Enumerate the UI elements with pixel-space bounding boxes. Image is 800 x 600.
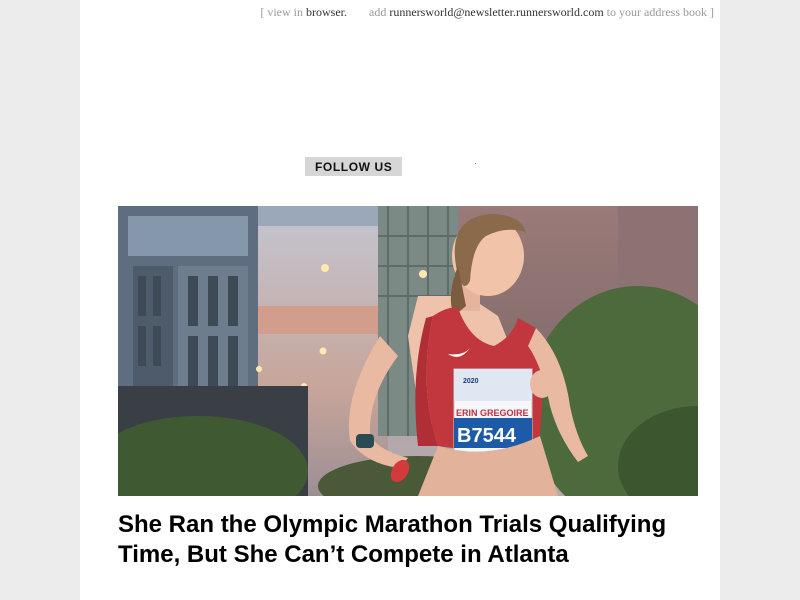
social-icon-placeholder[interactable] [475, 163, 476, 164]
preheader-open-bracket: [ [260, 5, 265, 19]
bib-year: 2020 [463, 378, 479, 385]
preheader: [ view in browser. add runnersworld@news… [260, 5, 714, 20]
preheader-add: add [369, 5, 387, 19]
view-in-browser-link[interactable]: browser. [306, 5, 347, 19]
preheader-view-in: view in [267, 5, 303, 19]
article-headline[interactable]: She Ran the Olympic Marathon Trials Qual… [118, 510, 698, 570]
bib-name: ERIN GREGOIRE [456, 408, 529, 418]
hero-image[interactable]: 2020 ERIN GREGOIRE B7544 [118, 206, 698, 496]
preheader-close-bracket: ] [710, 5, 714, 19]
email-container: [ view in browser. add runnersworld@news… [80, 0, 720, 600]
sender-email-link[interactable]: runnersworld@newsletter.runnersworld.com [389, 5, 603, 19]
hero-photo-runner: 2020 ERIN GREGOIRE B7544 [118, 206, 698, 496]
follow-us-label: FOLLOW US [305, 157, 403, 176]
preheader-address-book: to your address book [606, 5, 707, 19]
bib-number: B7544 [457, 425, 517, 447]
